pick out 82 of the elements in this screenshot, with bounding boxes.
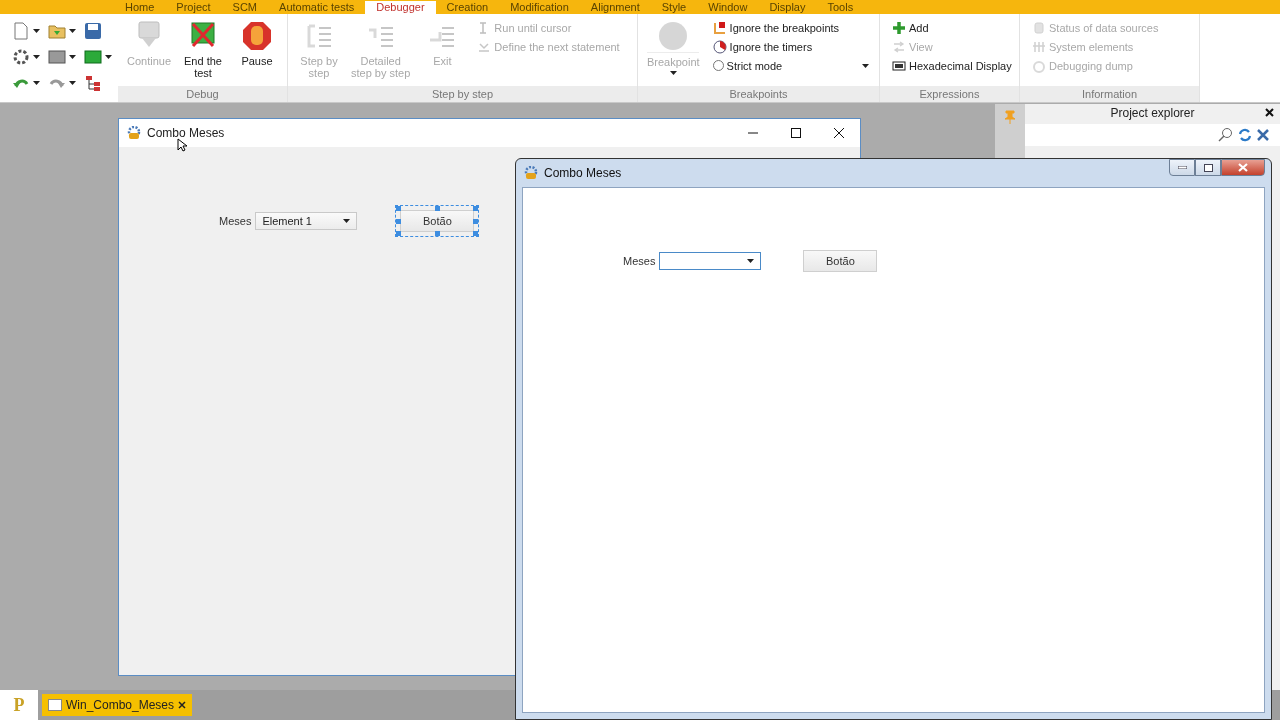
group-title: Information [1020,86,1199,102]
app-icon [127,126,141,140]
ribbon-button[interactable]: Pause [232,20,282,86]
resize-handle[interactable] [473,231,479,236]
ribbon-command[interactable]: Ignore the timers [712,39,873,54]
ribbon-command[interactable]: Ignore the breakpoints [712,20,873,35]
minimize-icon [1177,166,1187,169]
radio-button[interactable] [712,60,724,71]
dropdown-icon[interactable] [862,63,869,68]
radio-label: Strict mode [726,59,783,72]
ribbon-tab[interactable]: Modification [499,1,580,14]
resize-handle[interactable] [396,218,402,224]
resize-handle[interactable] [473,206,479,211]
ribbon-command[interactable]: Hexadecimal Display [892,58,1013,73]
group-title: Expressions [880,86,1019,102]
document-tab[interactable]: Win_Combo_Meses [42,694,193,716]
swap-icon [892,39,906,54]
caret-icon[interactable] [33,29,40,33]
group-title: Step by step [288,86,637,102]
combo-box[interactable]: Element 1 [255,212,358,230]
tools-icon [1032,39,1046,54]
maximize-button[interactable] [1195,159,1221,176]
ribbon-tab[interactable]: Style [650,1,698,14]
caret-icon[interactable] [69,55,76,59]
database-icon [1032,20,1046,35]
ribbon-command[interactable]: Add [892,20,1013,35]
close-icon [1238,163,1248,172]
resize-handle[interactable] [434,206,440,211]
ribbon-tab[interactable]: SCM [221,1,269,14]
search-icon[interactable] [1218,127,1234,143]
stop-hand-icon [241,20,273,52]
caret-icon[interactable] [69,29,76,33]
dropdown-icon[interactable] [747,259,755,263]
app-icon [524,166,538,180]
caret-icon[interactable] [33,55,40,59]
group-title: Debug [118,86,287,102]
refresh-icon[interactable] [1238,128,1252,142]
plus-icon [892,20,906,35]
close-button[interactable] [1221,159,1265,176]
close-icon [833,128,844,138]
breakpoint-icon [712,20,727,35]
dump-icon [1032,58,1046,73]
resize-handle[interactable] [396,206,402,211]
form-button[interactable]: Botão [803,250,878,272]
group-title: Breakpoints [638,86,879,102]
window-title: Combo Meses [147,126,225,140]
ribbon-tab[interactable]: Tools [816,1,865,14]
maximize-icon [790,128,801,138]
ribbon-button[interactable]: End the test [178,20,228,86]
resize-handle[interactable] [434,231,440,236]
window-title: Combo Meses [544,166,622,180]
maximize-icon [1203,163,1213,172]
ribbon-tab[interactable]: Home [114,1,166,14]
panel-title: Project explorer [1110,106,1195,120]
ribbon-tab[interactable]: Automatic tests [268,1,366,14]
form-button[interactable]: Botão [400,210,475,232]
display-icon [892,58,906,73]
dropdown-icon[interactable] [343,219,351,223]
caret-icon[interactable] [69,81,76,85]
resize-handle[interactable] [396,231,402,236]
save-icon[interactable] [84,22,102,40]
resize-handle[interactable] [473,218,479,224]
close-icon[interactable] [1265,108,1274,117]
ribbon-tab[interactable]: Alignment [579,1,651,14]
tree-icon[interactable] [84,74,102,92]
ribbon-tab[interactable]: Window [697,1,759,14]
minimize-button[interactable] [1169,159,1195,176]
breakpoint-icon [647,20,700,53]
timer-icon [712,39,727,54]
gear-icon[interactable] [12,48,30,66]
ribbon-tab[interactable]: Display [758,1,817,14]
ribbon-tab[interactable]: Creation [435,1,500,14]
run-test-icon[interactable] [48,48,66,66]
run-project-icon[interactable] [84,48,102,66]
field-label: Meses [219,215,252,227]
close-icon[interactable] [178,701,187,709]
caret-icon[interactable] [33,81,40,85]
ribbon-tab[interactable]: Debugger [365,1,436,14]
field-label: Meses [623,255,656,267]
combo-box[interactable] [659,252,762,270]
caret-icon[interactable] [105,55,112,59]
ribbon-tab[interactable]: Project [165,1,222,14]
